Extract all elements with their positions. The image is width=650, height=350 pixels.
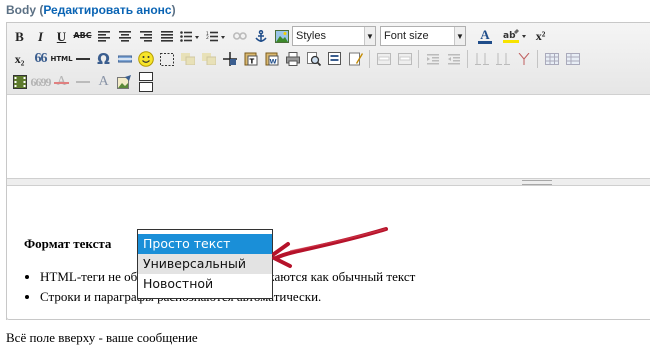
strikethrough-button[interactable]: ABC — [72, 26, 93, 46]
format-option-plain[interactable]: Просто текст — [138, 234, 272, 254]
chevron-down-icon: ▼ — [454, 27, 465, 45]
align-justify-icon[interactable] — [156, 26, 177, 46]
align-center-icon[interactable] — [114, 26, 135, 46]
text-format-title: Формат текста — [24, 236, 112, 251]
font-size-combo[interactable]: Font size ▼ — [380, 26, 466, 46]
align-right-icon[interactable] — [135, 26, 156, 46]
underline-button[interactable]: U — [51, 26, 72, 46]
bold-button[interactable]: B — [9, 26, 30, 46]
anchor-icon[interactable] — [250, 26, 271, 46]
styles-combo[interactable]: Styles ▼ — [292, 26, 376, 46]
text-format-select[interactable]: Просто текст Универсальный Новостной — [137, 229, 273, 299]
font-color-button[interactable]: A — [470, 26, 500, 46]
hint-text: Всё поле вверху - ваше сообщение — [6, 330, 198, 345]
bullet-list-icon[interactable] — [177, 26, 203, 46]
image-icon[interactable] — [271, 26, 292, 46]
highlight-color-icon[interactable]: ab — [500, 26, 530, 46]
unlink-icon[interactable] — [229, 26, 250, 46]
chevron-down-icon: ▼ — [364, 27, 375, 45]
superscript-button[interactable]: x² — [530, 26, 551, 46]
body-field-label: Body (Редактировать анонс) — [6, 3, 176, 17]
format-option-universal[interactable]: Универсальный — [138, 254, 272, 274]
numbered-list-icon[interactable]: 12 — [203, 26, 229, 46]
italic-button[interactable]: I — [30, 26, 51, 46]
svg-text:ab: ab — [503, 31, 516, 41]
format-option-news[interactable]: Новостной — [138, 274, 272, 294]
svg-text:2: 2 — [206, 35, 209, 41]
edit-summary-link[interactable]: Редактировать анонс — [43, 3, 171, 17]
field-label-text: Body — [6, 3, 36, 17]
align-left-icon[interactable] — [93, 26, 114, 46]
